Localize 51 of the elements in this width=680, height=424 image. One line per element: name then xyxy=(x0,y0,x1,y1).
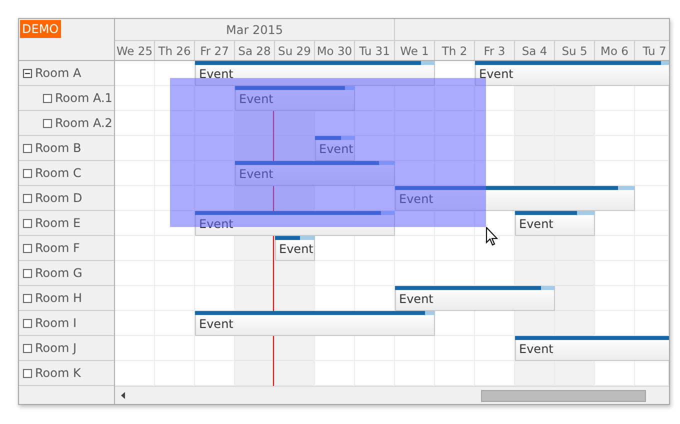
day-header: Su 5 xyxy=(555,41,595,60)
event-label: Event xyxy=(239,92,274,106)
event-block[interactable]: Event xyxy=(275,236,315,261)
day-header: Su 29 xyxy=(275,41,315,60)
month-header: Mar 2015 xyxy=(115,19,395,40)
resource-name: Room H xyxy=(35,291,82,305)
event-block[interactable]: Event xyxy=(475,61,669,86)
resource-name: Room F xyxy=(35,241,80,255)
day-header: Tu 7 xyxy=(635,41,669,60)
resource-name: Room D xyxy=(35,191,82,205)
resource-name: Room K xyxy=(35,366,81,380)
day-header: We 1 xyxy=(395,41,435,60)
resource-name: Room A xyxy=(35,66,82,80)
resource-name: Room G xyxy=(35,266,82,280)
resource-name: Room C xyxy=(35,166,82,180)
event-block[interactable]: Event xyxy=(195,61,435,86)
event-label: Event xyxy=(319,142,354,156)
day-header: Mo 6 xyxy=(595,41,635,60)
resource-name: Room A.2 xyxy=(55,116,112,130)
event-block[interactable]: Event xyxy=(395,286,555,311)
resource-name: Room E xyxy=(35,216,81,230)
event-label: Event xyxy=(479,67,514,81)
event-label: Event xyxy=(239,167,274,181)
mouse-pointer-icon xyxy=(486,227,498,246)
day-header: Mo 30 xyxy=(315,41,355,60)
scrollbar-thumb[interactable] xyxy=(481,390,646,402)
day-header: Th 2 xyxy=(435,41,475,60)
event-label: Event xyxy=(399,192,434,206)
day-header: Tu 31 xyxy=(355,41,395,60)
event-label: Event xyxy=(199,317,234,331)
day-header: Sa 4 xyxy=(515,41,555,60)
resource-name: Room A.1 xyxy=(55,91,112,105)
day-header: Fr 3 xyxy=(475,41,515,60)
resource-name: Room B xyxy=(35,141,82,155)
collapse-icon[interactable] xyxy=(23,68,32,78)
resource-name: Room J xyxy=(35,341,77,355)
event-block[interactable]: Event xyxy=(195,311,435,336)
event-label: Event xyxy=(279,242,314,256)
day-header: Sa 28 xyxy=(235,41,275,60)
event-block[interactable]: Event xyxy=(515,336,669,361)
day-header: Fr 27 xyxy=(195,41,235,60)
event-label: Event xyxy=(399,292,434,306)
event-label: Event xyxy=(199,67,234,81)
event-label: Event xyxy=(519,342,554,356)
scroll-left-icon[interactable] xyxy=(121,392,125,399)
event-block[interactable]: Event xyxy=(515,211,595,236)
demo-badge: DEMO xyxy=(20,20,61,38)
event-label: Event xyxy=(519,217,554,231)
resource-name: Room I xyxy=(35,316,77,330)
day-header: We 25 xyxy=(115,41,155,60)
day-header: Th 26 xyxy=(155,41,195,60)
